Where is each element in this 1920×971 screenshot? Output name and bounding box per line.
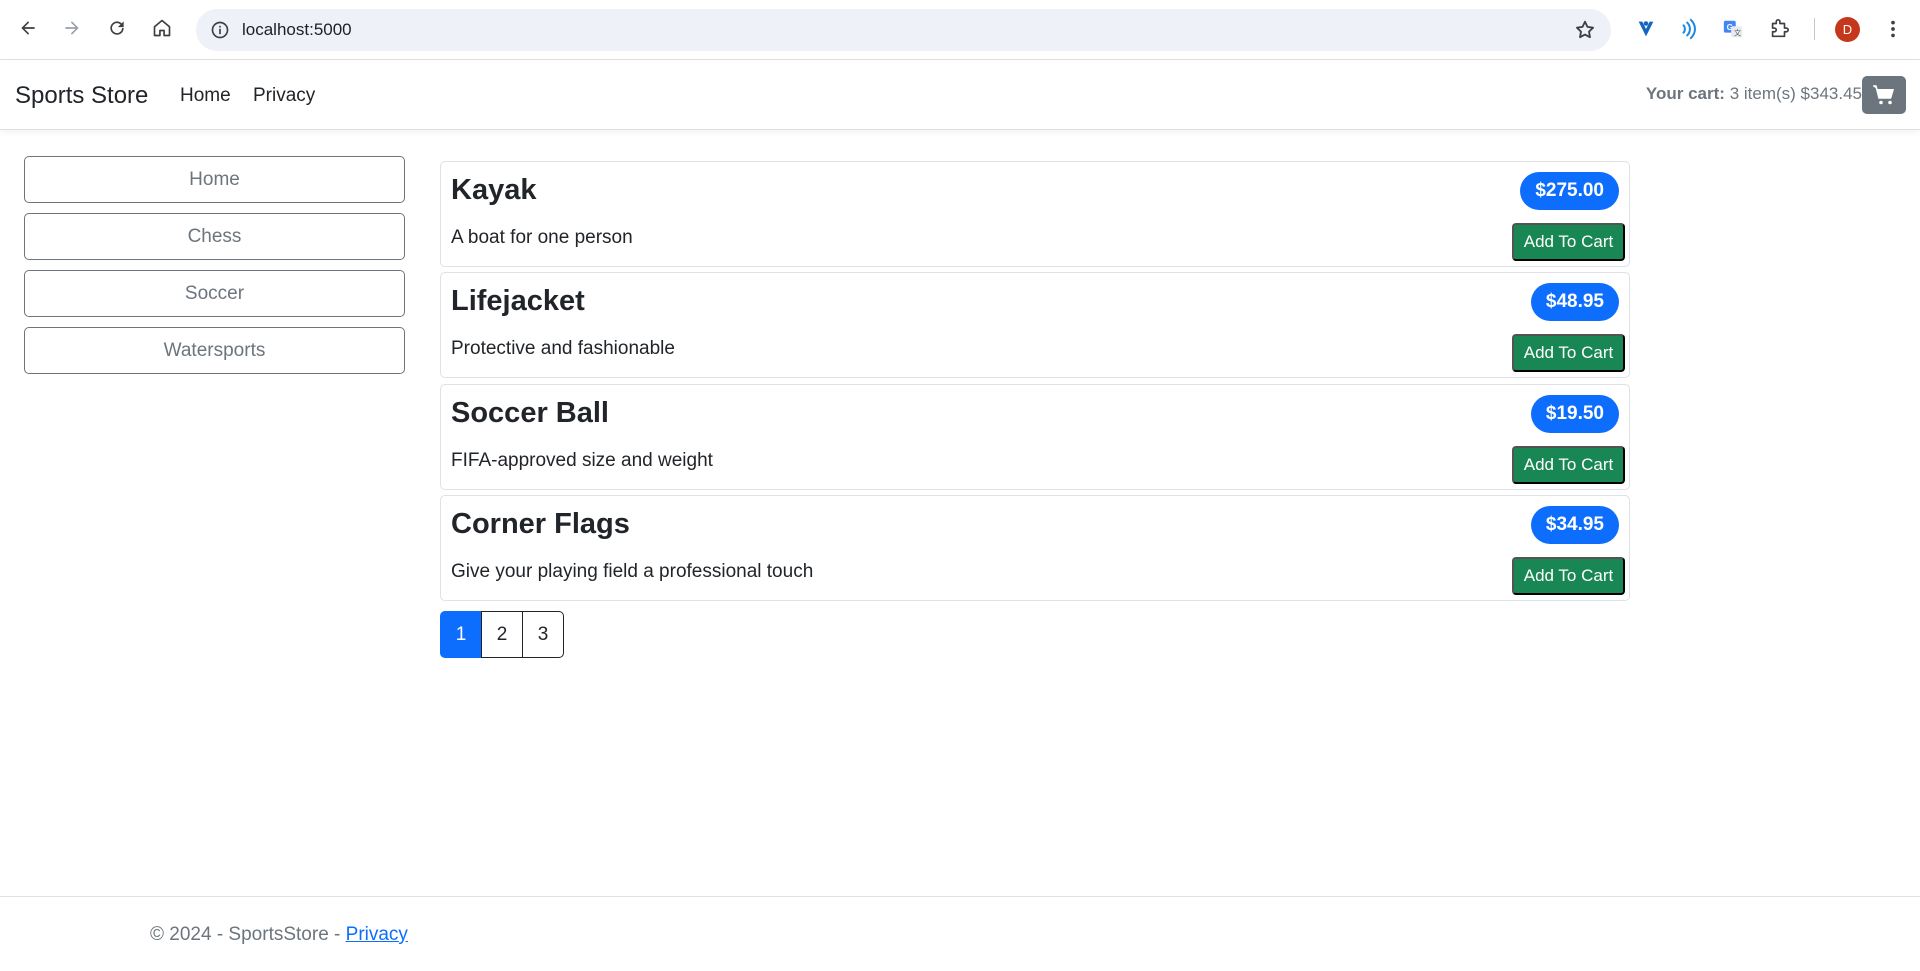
product-description: A boat for one person xyxy=(451,227,633,248)
product-card: Lifejacket $48.95 Protective and fashion… xyxy=(440,272,1630,378)
product-name: Soccer Ball xyxy=(451,397,609,429)
pagination: 1 2 3 xyxy=(440,611,564,658)
add-to-cart-button[interactable]: Add To Cart xyxy=(1512,557,1625,595)
address-bar[interactable] xyxy=(196,9,1611,51)
forward-button[interactable] xyxy=(56,12,88,44)
url-input[interactable] xyxy=(242,20,1442,40)
reload-button[interactable] xyxy=(101,12,133,44)
add-to-cart-button[interactable]: Add To Cart xyxy=(1512,334,1625,372)
footer-copyright: © 2024 - SportsStore - xyxy=(150,924,346,945)
product-description: FIFA-approved size and weight xyxy=(451,450,713,471)
profile-avatar[interactable]: D xyxy=(1835,17,1860,42)
cart-button[interactable] xyxy=(1862,76,1906,114)
translate-icon[interactable]: G文 xyxy=(1720,16,1746,42)
add-to-cart-button[interactable]: Add To Cart xyxy=(1512,446,1625,484)
extension-heart-icon[interactable] xyxy=(1633,16,1659,42)
product-card: Kayak $275.00 A boat for one person Add … xyxy=(440,161,1630,267)
price-badge: $275.00 xyxy=(1520,172,1619,210)
cart-label: Your cart: xyxy=(1645,84,1725,103)
site-footer: © 2024 - SportsStore - Privacy xyxy=(0,896,1920,971)
page-1-button[interactable]: 1 xyxy=(440,611,482,658)
brand-link[interactable]: Sports Store xyxy=(15,82,148,110)
product-name: Lifejacket xyxy=(451,285,585,317)
reload-icon xyxy=(110,21,124,35)
footer-text: © 2024 - SportsStore - Privacy xyxy=(150,924,408,946)
arrow-right-icon xyxy=(65,21,79,35)
extension-wireless-icon[interactable] xyxy=(1676,16,1702,42)
browser-toolbar: G文 D xyxy=(0,0,1920,60)
product-name: Corner Flags xyxy=(451,508,630,540)
kebab-menu-icon[interactable] xyxy=(1880,16,1906,42)
nav-home-link[interactable]: Home xyxy=(180,85,231,107)
site-info-icon[interactable] xyxy=(208,18,232,42)
bookmark-star-icon[interactable] xyxy=(1573,18,1597,42)
nav-privacy-link[interactable]: Privacy xyxy=(253,85,315,107)
cart-summary: Your cart: 3 item(s) $343.45 xyxy=(1646,84,1862,104)
product-card: Corner Flags $34.95 Give your playing fi… xyxy=(440,495,1630,601)
product-name: Kayak xyxy=(451,174,537,206)
extensions-puzzle-icon[interactable] xyxy=(1766,16,1792,42)
category-chess-button[interactable]: Chess xyxy=(24,213,405,260)
price-badge: $34.95 xyxy=(1530,506,1619,544)
page-2-button[interactable]: 2 xyxy=(481,611,523,658)
page-3-button[interactable]: 3 xyxy=(522,611,564,658)
footer-privacy-link[interactable]: Privacy xyxy=(346,924,408,945)
price-badge: $19.50 xyxy=(1530,395,1619,433)
home-icon xyxy=(153,19,171,37)
home-button[interactable] xyxy=(146,12,178,44)
product-description: Protective and fashionable xyxy=(451,338,675,359)
add-to-cart-button[interactable]: Add To Cart xyxy=(1512,223,1625,261)
back-button[interactable] xyxy=(12,12,44,44)
arrow-left-icon xyxy=(21,21,35,35)
category-watersports-button[interactable]: Watersports xyxy=(24,327,405,374)
shopping-cart-icon xyxy=(1873,85,1894,105)
site-header: Sports Store Home Privacy Your cart: 3 i… xyxy=(0,60,1920,130)
svg-text:文: 文 xyxy=(1734,28,1742,37)
product-card: Soccer Ball $19.50 FIFA-approved size an… xyxy=(440,384,1630,490)
cart-summary-text: 3 item(s) $343.45 xyxy=(1729,84,1862,103)
product-description: Give your playing field a professional t… xyxy=(451,561,814,582)
price-badge: $48.95 xyxy=(1530,283,1619,321)
toolbar-divider xyxy=(1814,18,1815,40)
category-home-button[interactable]: Home xyxy=(24,156,405,203)
category-soccer-button[interactable]: Soccer xyxy=(24,270,405,317)
